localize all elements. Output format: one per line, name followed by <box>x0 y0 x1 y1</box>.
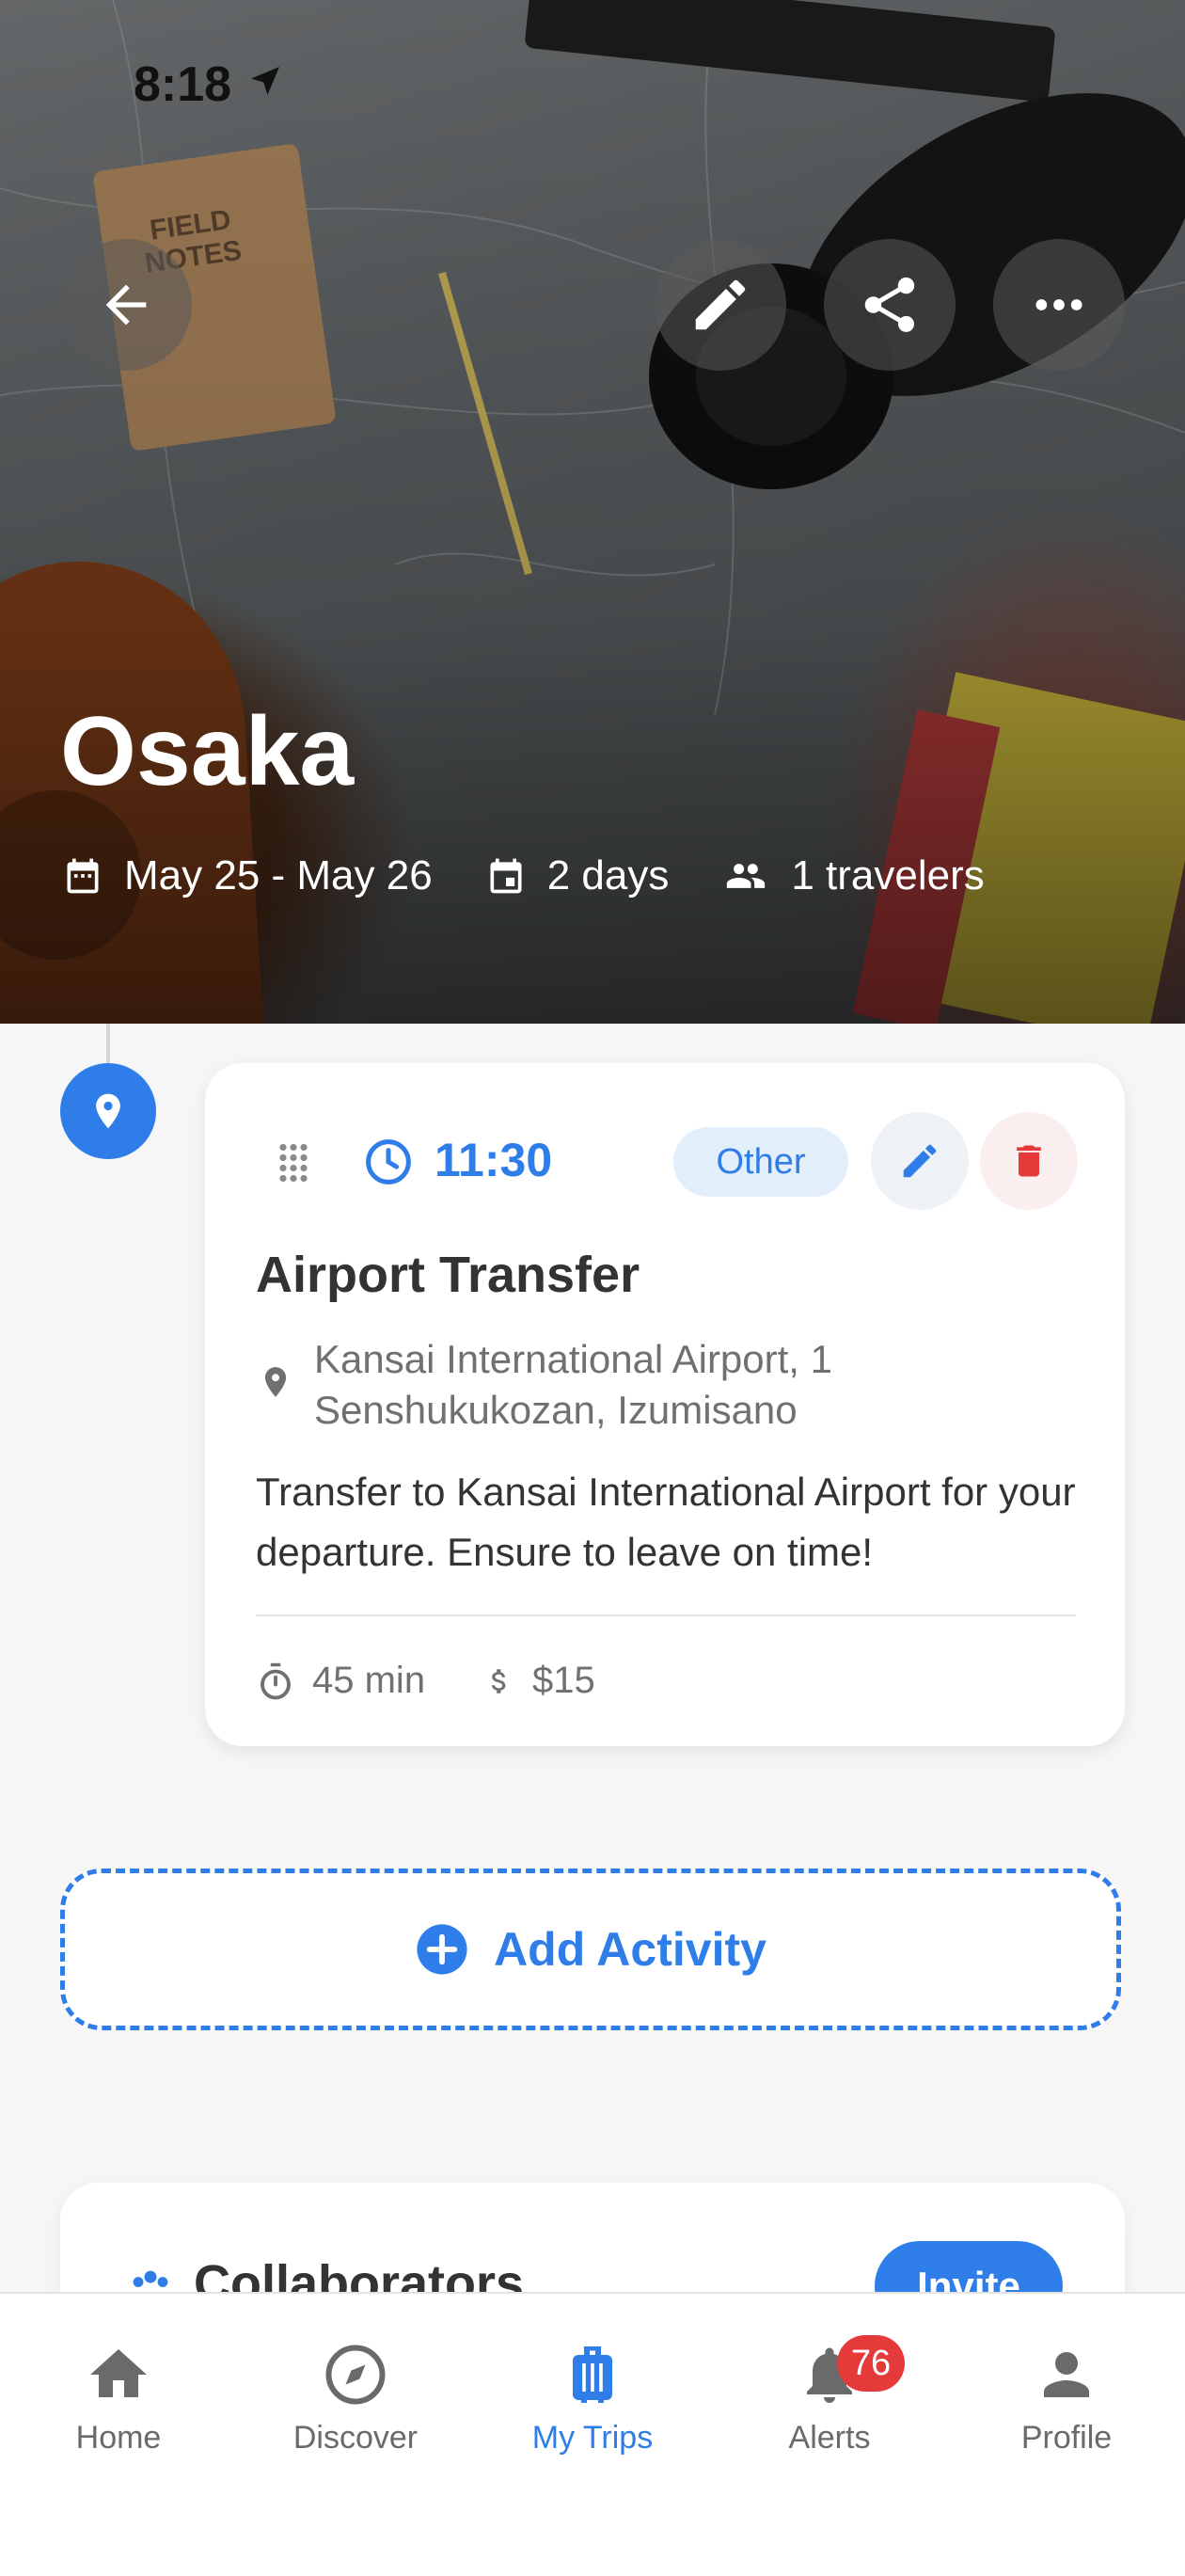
tab-my-trips[interactable]: My Trips <box>474 2341 711 2457</box>
trip-travelers-text: 1 travelers <box>791 852 985 898</box>
timeline-connector <box>106 1024 110 1065</box>
trip-meta: May 25 - May 26 2 days 1 travelers <box>62 852 1037 899</box>
calendar-icon <box>67 858 99 894</box>
luggage-icon <box>573 2346 612 2403</box>
activity-duration: 45 min <box>256 1660 425 1702</box>
tab-discover[interactable]: Discover <box>237 2341 474 2457</box>
timeline-marker <box>60 1063 156 1159</box>
more-options-button[interactable] <box>993 239 1125 371</box>
timer-icon <box>261 1662 291 1699</box>
tab-alerts[interactable]: Alerts 76 <box>711 2335 948 2457</box>
arrow-left-icon <box>105 284 147 326</box>
alerts-badge: 76 <box>837 2335 905 2392</box>
tab-label: Home <box>75 2420 162 2456</box>
trip-duration: 2 days <box>485 852 670 899</box>
delete-activity-button[interactable] <box>980 1112 1078 1210</box>
trip-duration-text: 2 days <box>546 852 670 898</box>
location-arrow-icon <box>251 67 279 95</box>
compass-icon <box>325 2345 386 2405</box>
add-activity-button[interactable]: Add Activity <box>60 1868 1121 2030</box>
tab-profile[interactable]: Profile <box>948 2341 1185 2457</box>
trip-travelers: 1 travelers <box>721 852 985 899</box>
add-activity-label: Add Activity <box>494 1923 766 1976</box>
share-trip-button[interactable] <box>824 239 956 371</box>
edit-trip-button[interactable] <box>655 239 786 371</box>
trip-dates-text: May 25 - May 26 <box>124 852 433 898</box>
pencil-icon <box>695 279 746 330</box>
plus-circle-icon <box>417 1924 467 1975</box>
card-divider <box>256 1614 1076 1616</box>
people-icon <box>727 864 766 888</box>
tab-label: Discover <box>292 2420 419 2456</box>
edit-activity-button[interactable] <box>871 1112 969 1210</box>
activity-card[interactable]: 11:30 Other Airport Transfer Kansai Inte… <box>205 1063 1125 1746</box>
trip-hero: FIELD NOTES 8:18 Osaka <box>0 0 1185 1024</box>
bottom-tab-bar: Home Discover My Trips Alerts 76 Profile <box>0 2292 1185 2576</box>
activity-time: 11:30 <box>434 1134 553 1186</box>
activity-duration-text: 45 min <box>312 1660 426 1701</box>
tab-home[interactable]: Home <box>0 2341 237 2457</box>
more-horizontal-icon <box>1035 299 1082 310</box>
dollar-icon <box>491 1668 506 1693</box>
trash-icon <box>1017 1145 1041 1177</box>
activity-description: Transfer to Kansai International Airport… <box>256 1470 1076 1574</box>
pencil-icon <box>903 1144 937 1178</box>
drag-handle-icon[interactable] <box>276 1142 310 1184</box>
activity-title: Airport Transfer <box>256 1247 640 1303</box>
share-icon <box>864 277 915 332</box>
activity-address[interactable]: Kansai International Airport, 1 Senshuku… <box>314 1334 1029 1436</box>
person-icon <box>1044 2352 1089 2397</box>
trip-title: Osaka <box>60 697 355 806</box>
status-time: 8:18 <box>134 57 232 112</box>
back-button[interactable] <box>60 239 192 371</box>
location-pin-icon <box>96 1093 120 1129</box>
home-icon <box>90 2349 147 2397</box>
trip-dates: May 25 - May 26 <box>62 852 433 899</box>
clock-icon <box>366 1139 411 1185</box>
activity-cost-text: $15 <box>532 1660 595 1701</box>
tab-label: Alerts <box>788 2420 871 2456</box>
activity-cost: $15 <box>483 1660 595 1702</box>
activity-category-chip: Other <box>673 1127 848 1197</box>
location-pin-icon <box>264 1367 287 1397</box>
tab-label: My Trips <box>531 2420 654 2456</box>
tab-label: Profile <box>1020 2420 1113 2456</box>
calendar-day-icon <box>490 858 522 894</box>
